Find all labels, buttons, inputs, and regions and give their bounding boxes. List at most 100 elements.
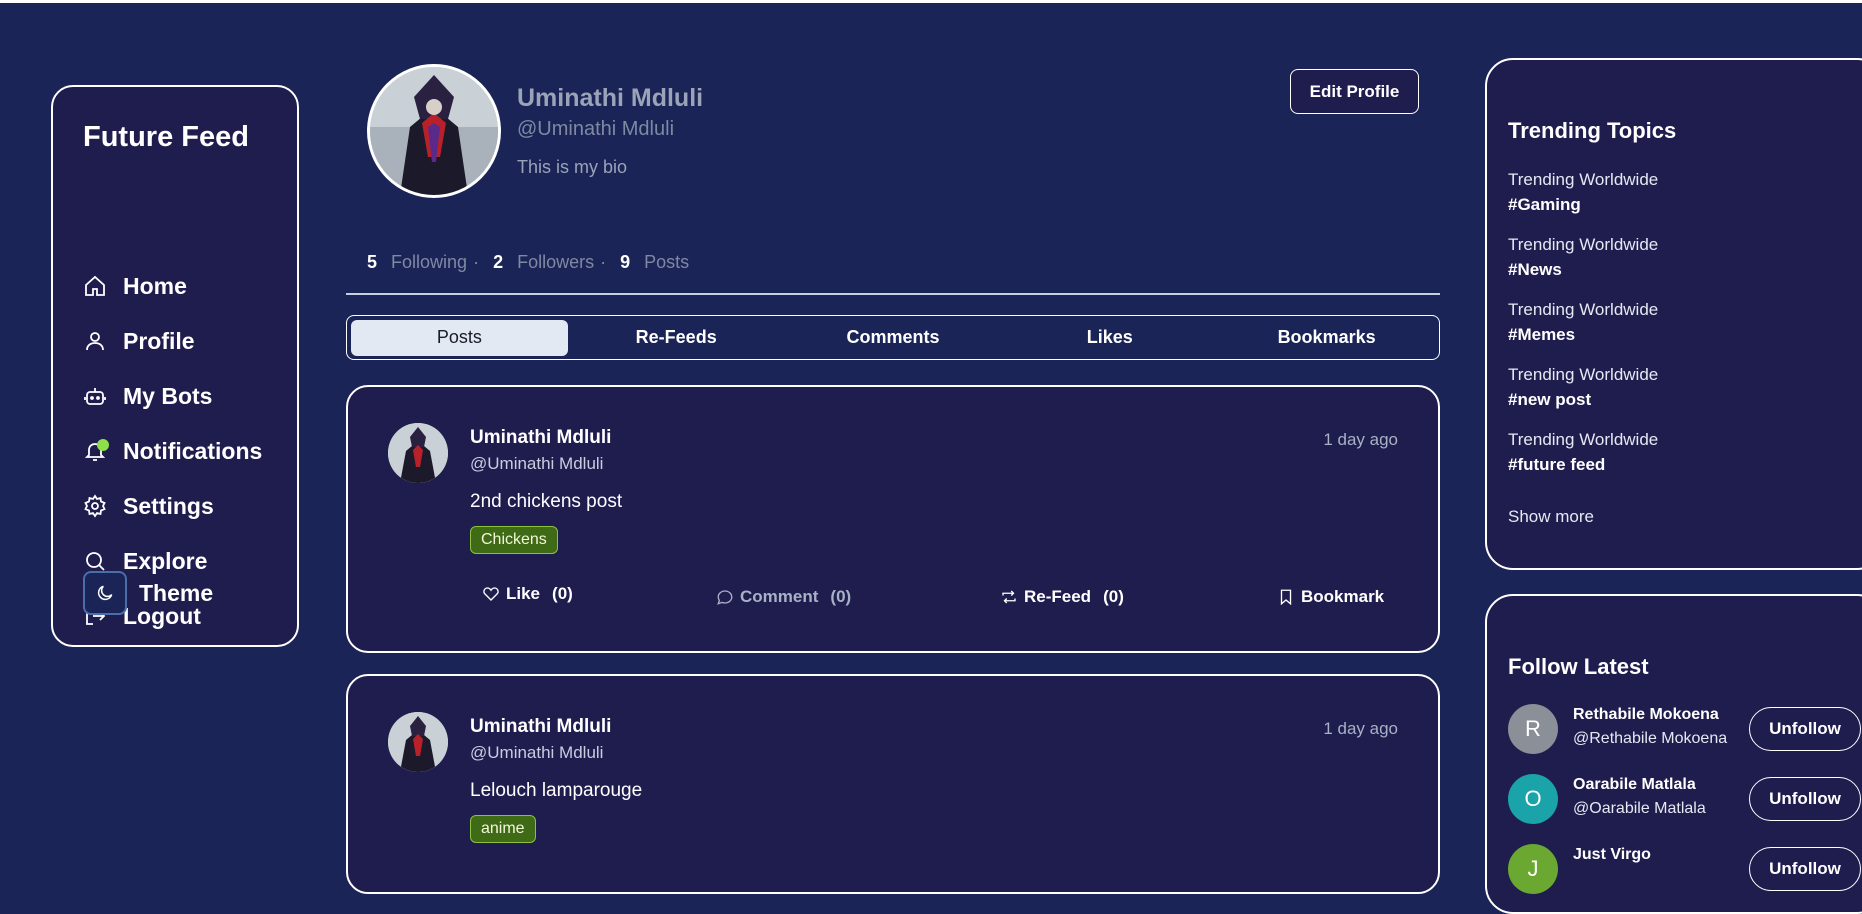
- comment-button[interactable]: Comment (0): [716, 587, 851, 607]
- profile-stats: 5 Following · 2 Followers · 9 Posts: [367, 252, 695, 273]
- follow-latest-panel: Follow Latest R Rethabile Mokoena @Retha…: [1485, 594, 1862, 914]
- sidebar-item-label: Profile: [123, 327, 195, 354]
- post-avatar[interactable]: [388, 423, 448, 483]
- post-author-handle[interactable]: @Uminathi Mdluli: [470, 743, 603, 763]
- follow-suggestion: R Rethabile Mokoena @Rethabile Mokoena U…: [1508, 704, 1862, 754]
- follow-user-handle: @Oarabile Matlala: [1573, 800, 1706, 817]
- profile-divider: [346, 293, 1440, 295]
- trend-tag-news[interactable]: #News: [1508, 260, 1562, 280]
- bookmark-label: Bookmark: [1301, 587, 1385, 606]
- bot-icon: [84, 388, 106, 405]
- comment-icon: [717, 590, 733, 605]
- search-icon: [86, 552, 105, 571]
- unfollow-button[interactable]: Unfollow: [1749, 777, 1861, 821]
- post-author-name[interactable]: Uminathi Mdluli: [470, 716, 611, 738]
- trend-meta: Trending Worldwide: [1508, 235, 1659, 254]
- comment-count: (0): [830, 587, 852, 606]
- show-more-link[interactable]: Show more: [1508, 507, 1594, 527]
- trend-meta: Trending Worldwide: [1508, 300, 1659, 319]
- followers-label[interactable]: Followers: [517, 252, 594, 273]
- post-tag[interactable]: Chickens: [470, 526, 558, 554]
- trend-meta: Trending Worldwide: [1508, 170, 1659, 189]
- trend-tag-gaming[interactable]: #Gaming: [1508, 195, 1581, 215]
- post-timestamp: 1 day ago: [1323, 719, 1398, 738]
- sidebar-item-home[interactable]: Home: [83, 268, 187, 304]
- trend-meta: Trending Worldwide: [1508, 365, 1659, 384]
- posts-count: 9: [620, 252, 631, 272]
- profile-name: Uminathi Mdluli: [517, 84, 704, 112]
- posts-label: Posts: [644, 252, 690, 272]
- user-icon: [86, 332, 104, 351]
- post-avatar-image: [388, 712, 448, 772]
- post-author-handle[interactable]: @Uminathi Mdluli: [470, 454, 603, 474]
- moon-icon: [97, 585, 113, 601]
- repost-icon: [1002, 590, 1016, 604]
- follow-latest-title: Follow Latest: [1508, 654, 1649, 679]
- post-card[interactable]: Uminathi Mdluli @Uminathi Mdluli 1 day a…: [346, 385, 1440, 653]
- post-text: Lelouch lamparouge: [470, 780, 643, 801]
- followers-count[interactable]: 2: [493, 252, 503, 273]
- avatar[interactable]: R: [1508, 704, 1558, 754]
- tab-refeeds[interactable]: Re-Feeds: [568, 320, 785, 356]
- like-label: Like: [506, 584, 541, 603]
- profile-avatar-image: [370, 67, 498, 195]
- following-count[interactable]: 5: [367, 252, 377, 273]
- avatar[interactable]: O: [1508, 774, 1558, 824]
- top-border: [0, 0, 1862, 3]
- follow-user-name[interactable]: Just Virgo: [1573, 846, 1651, 864]
- sidebar-item-bots[interactable]: My Bots: [83, 378, 212, 414]
- post-author-name[interactable]: Uminathi Mdluli: [470, 427, 611, 449]
- trend-tag-future-feed[interactable]: #future feed: [1508, 455, 1605, 475]
- trending-panel: Trending Topics Trending Worldwide #Gami…: [1485, 58, 1862, 570]
- tab-bookmarks[interactable]: Bookmarks: [1218, 320, 1435, 356]
- sidebar-item-label: My Bots: [123, 382, 213, 409]
- stats-separator: ·: [473, 252, 480, 272]
- trend-tag-new-post[interactable]: #new post: [1508, 390, 1591, 410]
- post-text: 2nd chickens post: [470, 491, 623, 512]
- brand-title: Future Feed: [83, 121, 249, 153]
- tab-likes[interactable]: Likes: [1001, 320, 1218, 356]
- heart-icon: [483, 587, 499, 601]
- profile-handle: @Uminathi Mdluli: [517, 118, 675, 140]
- following-label[interactable]: Following: [391, 252, 467, 273]
- comment-label: Comment: [740, 587, 819, 606]
- trend-meta: Trending Worldwide: [1508, 430, 1659, 449]
- theme-toggle-button[interactable]: [83, 571, 127, 615]
- refeed-count: (0): [1103, 587, 1124, 606]
- refeed-button[interactable]: Re-Feed (0): [1000, 587, 1124, 607]
- follow-user-handle: @Rethabile Mokoena: [1573, 730, 1728, 747]
- tab-comments[interactable]: Comments: [785, 320, 1002, 356]
- sidebar-item-profile[interactable]: Profile: [83, 323, 195, 359]
- avatar[interactable]: J: [1508, 844, 1558, 894]
- theme-label: Theme: [139, 579, 214, 606]
- bookmark-icon: [1280, 589, 1292, 606]
- sidebar-item-label: Home: [123, 272, 187, 299]
- home-icon: [85, 275, 105, 296]
- profile-tabs: Posts Re-Feeds Comments Likes Bookmarks: [346, 315, 1440, 360]
- refeed-label: Re-Feed: [1024, 587, 1092, 606]
- post-timestamp: 1 day ago: [1323, 430, 1398, 449]
- post-avatar-image: [388, 423, 448, 483]
- trend-tag-memes[interactable]: #Memes: [1508, 325, 1575, 345]
- sidebar-item-notifications[interactable]: Notifications: [83, 433, 262, 469]
- unfollow-button[interactable]: Unfollow: [1749, 707, 1861, 751]
- post-card[interactable]: Uminathi Mdluli @Uminathi Mdluli 1 day a…: [346, 674, 1440, 894]
- theme-toggle[interactable]: Theme: [83, 571, 213, 615]
- sidebar-item-label: Settings: [123, 492, 214, 519]
- gear-icon: [84, 494, 106, 518]
- profile-avatar[interactable]: [367, 64, 501, 198]
- sidebar: Future Feed Home Profile My Bots Notific…: [51, 85, 299, 647]
- follow-suggestion: J Just Virgo Unfollow: [1508, 844, 1862, 894]
- tab-posts[interactable]: Posts: [351, 319, 568, 356]
- sidebar-item-settings[interactable]: Settings: [83, 488, 214, 524]
- bookmark-button[interactable]: Bookmark: [1277, 587, 1384, 607]
- notification-badge: [97, 439, 109, 451]
- edit-profile-button[interactable]: Edit Profile: [1290, 69, 1419, 114]
- post-avatar[interactable]: [388, 712, 448, 772]
- follow-user-name[interactable]: Oarabile Matlala: [1573, 776, 1696, 794]
- unfollow-button[interactable]: Unfollow: [1749, 847, 1861, 891]
- post-tag[interactable]: anime: [470, 815, 536, 843]
- like-button[interactable]: Like (0): [482, 584, 573, 604]
- follow-user-name[interactable]: Rethabile Mokoena: [1573, 706, 1719, 724]
- trending-title: Trending Topics: [1508, 118, 1677, 143]
